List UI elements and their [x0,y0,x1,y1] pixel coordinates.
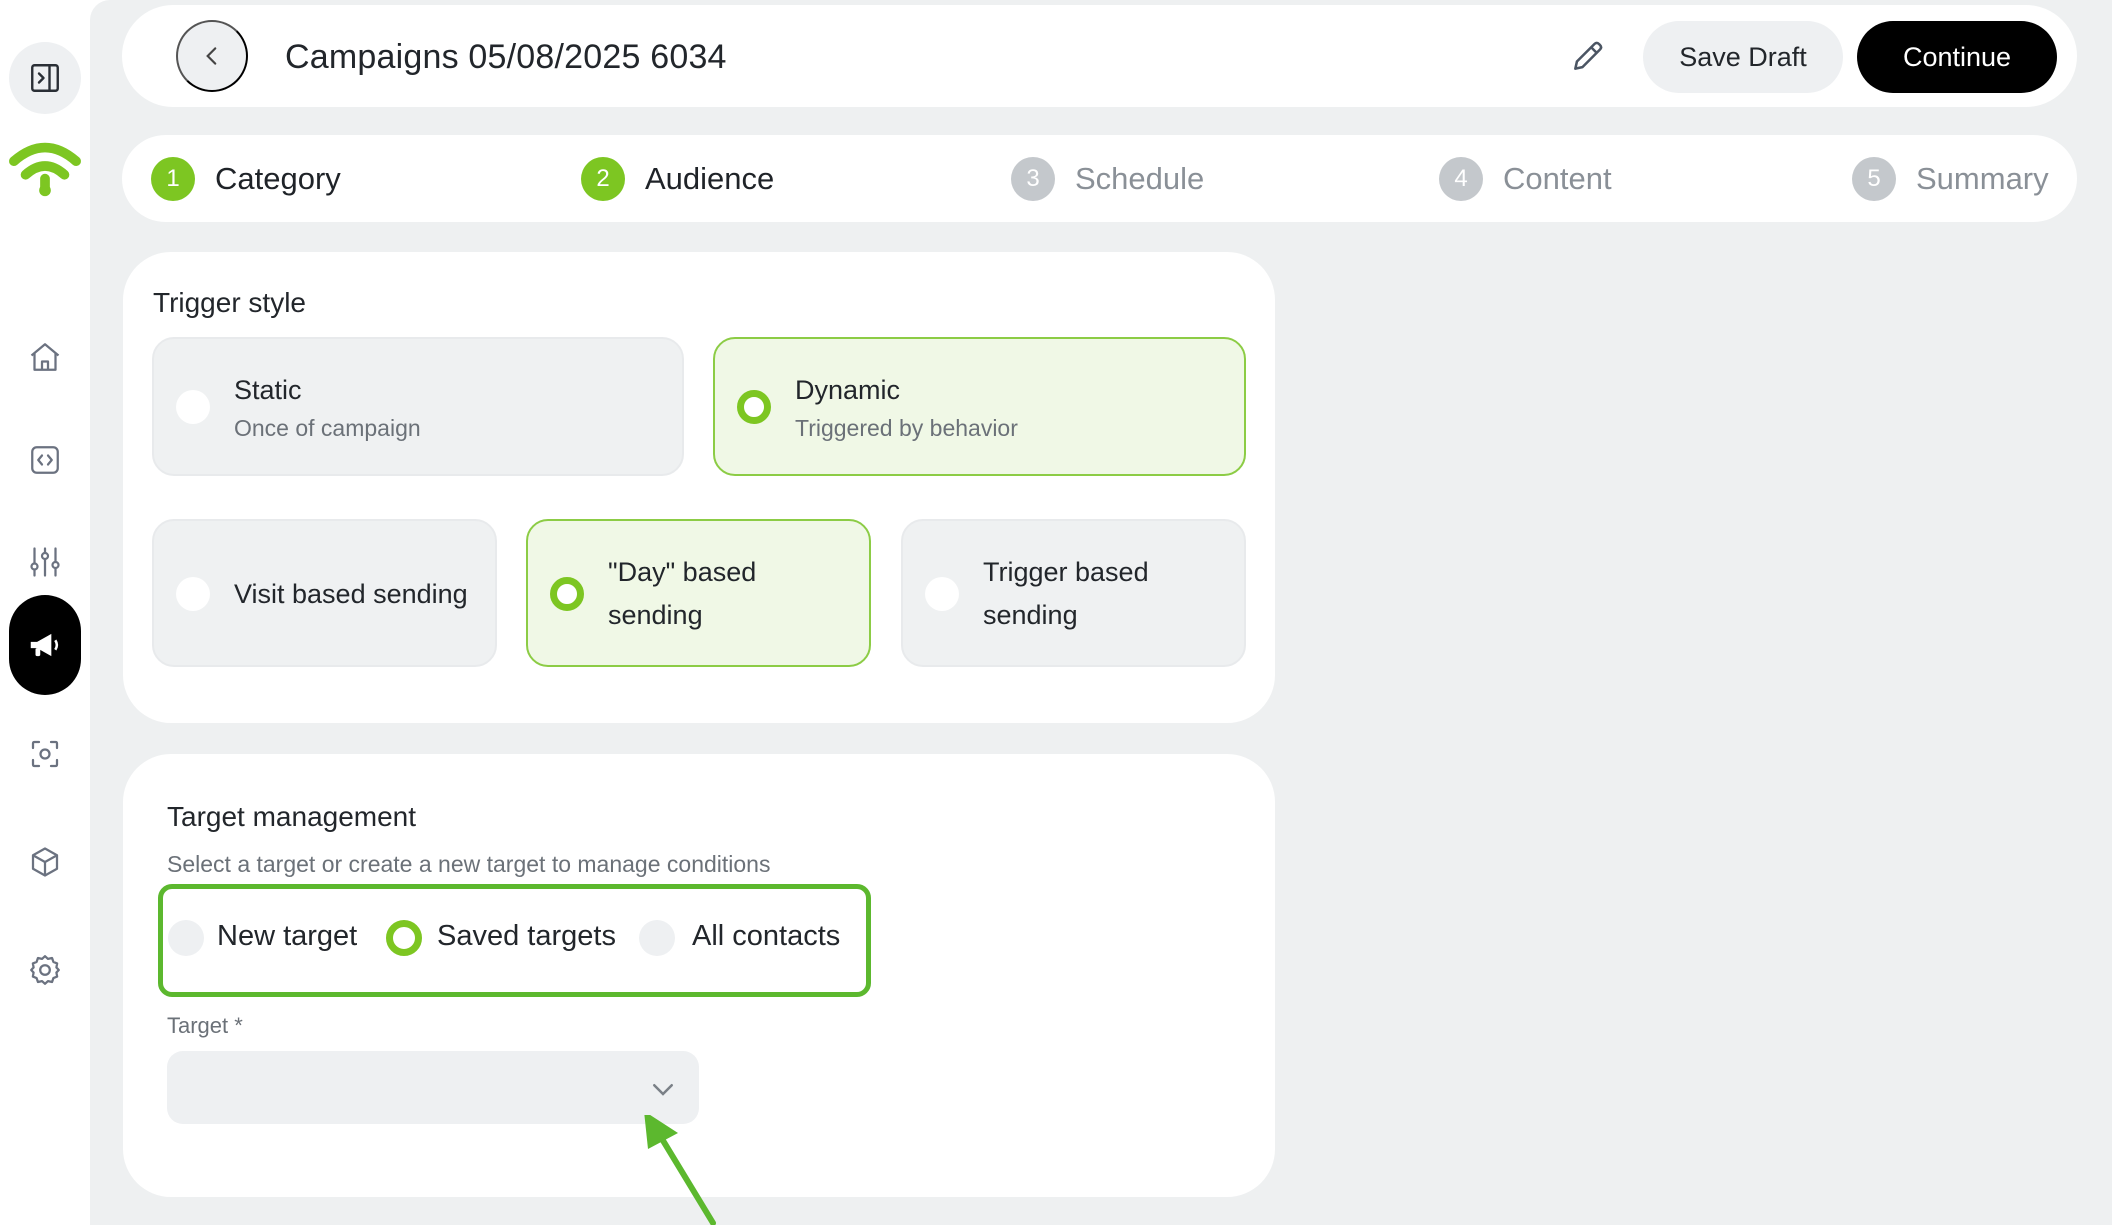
radio-day-based[interactable] [550,577,584,611]
option-static-subtitle: Once of campaign [234,415,421,441]
option-dynamic[interactable]: Dynamic Triggered by behavior [713,337,1246,476]
annotation-arrow-icon [644,1115,716,1225]
radio-all-contacts[interactable] [639,920,675,956]
step-number: 5 [1852,157,1896,201]
radio-trigger-based[interactable] [925,577,959,611]
step-summary[interactable]: 5 Summary [1852,157,2049,201]
back-button[interactable] [176,20,248,92]
option-visit-based-label: Visit based sending [234,579,468,609]
step-number: 4 [1439,157,1483,201]
sliders-icon[interactable] [16,533,74,591]
save-draft-button[interactable]: Save Draft [1643,21,1843,93]
radio-saved-targets[interactable] [386,920,422,956]
step-label: Summary [1916,161,2049,196]
target-field-label: Target * [167,1013,243,1038]
code-icon[interactable] [16,431,74,489]
step-label: Category [215,161,341,196]
cube-icon[interactable] [16,833,74,891]
option-static-title: Static [234,375,302,405]
step-content[interactable]: 4 Content [1439,157,1612,201]
option-visit-based[interactable]: Visit based sending [152,519,497,667]
main-content: Campaigns 05/08/2025 6034 Save Draft Con… [90,0,2112,1225]
header: Campaigns 05/08/2025 6034 Save Draft Con… [122,5,2077,107]
radio-visit-based[interactable] [176,577,210,611]
step-number: 1 [151,157,195,201]
chevron-down-icon [653,1084,673,1096]
trigger-style-title: Trigger style [153,287,307,318]
option-static[interactable]: Static Once of campaign [152,337,684,476]
step-audience[interactable]: 2 Audience [581,157,774,201]
target-select[interactable] [167,1051,699,1124]
option-dynamic-subtitle: Triggered by behavior [795,415,1018,441]
new-target-label[interactable]: New target [217,920,357,953]
gear-icon[interactable] [16,941,74,999]
radio-static[interactable] [176,390,210,424]
page-title: Campaigns 05/08/2025 6034 [285,38,727,76]
step-label: Content [1503,161,1612,196]
step-category[interactable]: 1 Category [151,157,341,201]
megaphone-icon[interactable] [9,595,81,695]
target-management-title: Target management [167,801,417,832]
scan-icon[interactable] [16,725,74,783]
step-label: Audience [645,161,775,196]
chevron-left-icon [206,47,217,65]
continue-button[interactable]: Continue [1857,21,2057,93]
home-icon[interactable] [16,328,74,386]
stepper: 1 Category 2 Audience 3 Schedule 4 Conte… [122,135,2077,222]
panel-toggle-icon[interactable] [9,42,81,114]
wifi-logo-icon[interactable] [6,128,84,206]
step-label: Schedule [1075,161,1205,196]
pencil-icon[interactable] [1569,37,1607,75]
sidebar [0,0,90,1225]
target-management-subtitle: Select a target or create a new target t… [167,851,771,877]
saved-targets-label[interactable]: Saved targets [437,920,616,953]
option-trigger-based-label: Trigger based sending [983,557,1149,630]
option-day-based[interactable]: "Day" based sending [526,519,871,667]
step-number: 2 [581,157,625,201]
step-number: 3 [1011,157,1055,201]
all-contacts-label[interactable]: All contacts [692,920,840,953]
radio-dynamic[interactable] [737,390,771,424]
step-schedule[interactable]: 3 Schedule [1011,157,1204,201]
radio-new-target[interactable] [168,920,204,956]
option-trigger-based[interactable]: Trigger based sending [901,519,1246,667]
option-dynamic-title: Dynamic [795,375,901,405]
option-day-based-label: "Day" based sending [608,557,757,630]
